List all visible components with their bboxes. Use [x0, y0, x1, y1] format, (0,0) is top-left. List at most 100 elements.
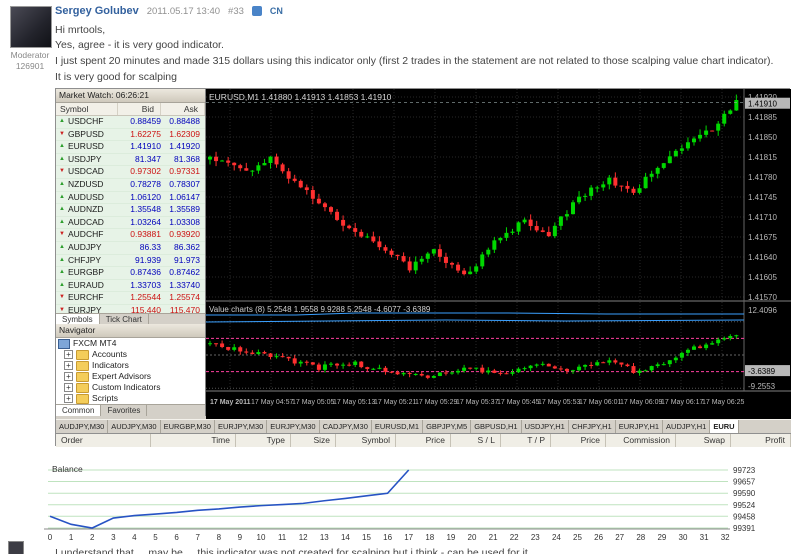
- market-watch-row[interactable]: ▲ AUDJPY 86.33 86.362: [56, 241, 205, 255]
- svg-text:8: 8: [217, 533, 222, 542]
- svg-text:17 May 04:57: 17 May 04:57: [251, 399, 294, 406]
- chart-area[interactable]: EURUSD,M1 1.41880 1.41913 1.41853 1.4191…: [205, 89, 791, 419]
- market-watch-row[interactable]: ▲ EURUSD 1.41910 1.41920: [56, 141, 205, 154]
- market-watch-row[interactable]: ▼ EURJPY 115.440 115.470: [56, 304, 205, 313]
- market-watch-row[interactable]: ▼ AUDCHF 0.93881 0.93920: [56, 229, 205, 242]
- chart-tab-bar: AUDJPY,M30 AUDJPY,M30 EURGBP,M30 EURJPY,M30…: [56, 419, 791, 434]
- svg-text:11: 11: [278, 533, 287, 542]
- terminal-column-s-l[interactable]: S / L: [451, 434, 501, 447]
- author-link[interactable]: Sergey Golubev: [55, 5, 139, 17]
- bid-price: 1.62275: [130, 128, 161, 139]
- chart-tab-13[interactable]: EURU: [710, 420, 739, 434]
- expand-icon[interactable]: +: [64, 350, 73, 359]
- svg-text:17 May 05:13: 17 May 05:13: [333, 399, 376, 406]
- terminal-column-type[interactable]: Type: [236, 434, 291, 447]
- terminal-column-order[interactable]: Order: [56, 434, 151, 447]
- language-link[interactable]: CN: [270, 6, 283, 16]
- market-watch-row[interactable]: ▲ AUDUSD 1.06120 1.06147: [56, 191, 205, 205]
- market-watch-title: Market Watch: 06:26:21: [56, 89, 205, 103]
- avatar[interactable]: [10, 6, 52, 48]
- chart-tab-7[interactable]: GBPJPY,M5: [423, 420, 472, 434]
- terminal-column-price[interactable]: Price: [551, 434, 606, 447]
- expand-icon[interactable]: +: [64, 372, 73, 381]
- folder-icon: [76, 371, 89, 382]
- terminal-column-price[interactable]: Price: [396, 434, 451, 447]
- terminal-column-commission[interactable]: Commission: [606, 434, 676, 447]
- navigator-root[interactable]: FXCM MT4: [56, 338, 205, 349]
- market-watch-row[interactable]: ▲ USDCHF 0.88459 0.88488: [56, 116, 205, 129]
- chart-tab-0[interactable]: AUDJPY,M30: [56, 420, 109, 434]
- svg-text:0: 0: [48, 533, 53, 542]
- svg-text:23: 23: [531, 533, 540, 542]
- down-arrow-icon: ▼: [59, 294, 65, 301]
- column-bid[interactable]: Bid: [118, 103, 161, 115]
- chart-tab-1[interactable]: AUDJPY,M30: [108, 420, 161, 434]
- svg-text:17 May 05:45: 17 May 05:45: [497, 399, 540, 406]
- symbol-name: AUDNZD: [68, 204, 104, 215]
- chart-tab-3[interactable]: EURJPY,M30: [215, 420, 268, 434]
- symbol-name: USDJPY: [68, 153, 102, 164]
- market-watch-row[interactable]: ▲ EURAUD 1.33703 1.33740: [56, 279, 205, 293]
- market-watch-row[interactable]: ▲ AUDNZD 1.35548 1.35589: [56, 204, 205, 217]
- expand-icon[interactable]: +: [64, 383, 73, 392]
- bid-price: 1.41910: [130, 141, 161, 152]
- chart-tab-6[interactable]: EURUSD,M1: [372, 420, 424, 434]
- terminal-column-swap[interactable]: Swap: [676, 434, 731, 447]
- symbol-name: AUDUSD: [68, 191, 104, 202]
- folder-icon: [76, 360, 89, 371]
- navigator-item-indicators[interactable]: + Indicators: [56, 360, 205, 371]
- symbol-name: AUDCHF: [68, 229, 104, 240]
- market-watch-row[interactable]: ▲ AUDCAD 1.03264 1.03308: [56, 216, 205, 230]
- chart-tab-8[interactable]: GBPUSD,H1: [471, 420, 522, 434]
- market-watch-row[interactable]: ▼ GBPUSD 1.62275 1.62309: [56, 128, 205, 142]
- svg-text:18: 18: [425, 533, 434, 542]
- svg-text:17 May 05:37: 17 May 05:37: [456, 399, 499, 406]
- terminal-column-symbol[interactable]: Symbol: [336, 434, 396, 447]
- navigator-item-scripts[interactable]: + Scripts: [56, 393, 205, 404]
- market-watch-row[interactable]: ▲ USDJPY 81.347 81.368: [56, 153, 205, 167]
- svg-text:17 May 06:01: 17 May 06:01: [579, 399, 622, 406]
- terminal-header: Order Time Type Size Symbol Price S / LT / P Pr…: [56, 433, 791, 447]
- market-watch-row[interactable]: ▲ EURGBP 0.87436 0.87462: [56, 267, 205, 280]
- forum-page: Moderator 126901 Sergey Golubev 2011.05.…: [0, 0, 799, 554]
- chart-tab-4[interactable]: EURJPY,M30: [267, 420, 320, 434]
- chart-tab-9[interactable]: USDJPY,H1: [522, 420, 569, 434]
- column-symbol[interactable]: Symbol: [56, 103, 118, 115]
- market-watch-row[interactable]: ▼ USDCAD 0.97302 0.97331: [56, 166, 205, 179]
- terminal-column-size[interactable]: Size: [291, 434, 336, 447]
- bid-price: 1.06120: [130, 191, 161, 202]
- symbol-name: EURAUD: [68, 279, 104, 290]
- ask-price: 0.87462: [169, 267, 200, 278]
- svg-text:14: 14: [341, 533, 350, 542]
- expand-icon[interactable]: +: [64, 361, 73, 370]
- navigator-item-expert-advisors[interactable]: + Expert Advisors: [56, 371, 205, 382]
- svg-text:28: 28: [636, 533, 645, 542]
- terminal-column-t-p[interactable]: T / P: [501, 434, 551, 447]
- svg-text:12: 12: [299, 533, 308, 542]
- mt4-chart-canvas[interactable]: EURUSD,M1 1.41880 1.41913 1.41853 1.4191…: [205, 89, 791, 419]
- chart-tab-5[interactable]: CADJPY,M30: [320, 420, 372, 434]
- svg-text:1.41710: 1.41710: [748, 213, 777, 222]
- column-ask[interactable]: Ask: [161, 103, 205, 115]
- author-role: Moderator: [10, 50, 50, 60]
- expand-icon[interactable]: +: [64, 394, 73, 403]
- post-date: 2011.05.17 13:40: [146, 5, 221, 17]
- chart-tab-11[interactable]: EURJPY,H1: [616, 420, 664, 434]
- translate-icon[interactable]: [251, 6, 262, 16]
- up-arrow-icon: ▲: [59, 269, 65, 276]
- market-watch-row[interactable]: ▲ CHFJPY 91.939 91.973: [56, 254, 205, 268]
- terminal-column-time[interactable]: Time: [151, 434, 236, 447]
- balance-label: Balance: [52, 464, 83, 474]
- terminal-column-profit[interactable]: Profit: [731, 434, 791, 447]
- navigator-item-custom-indicators[interactable]: + Custom Indicators: [56, 382, 205, 393]
- chart-tab-12[interactable]: AUDJPY,H1: [663, 420, 711, 434]
- svg-text:6: 6: [174, 533, 179, 542]
- chart-tab-10[interactable]: CHFJPY,H1: [569, 420, 616, 434]
- chart-tab-2[interactable]: EURGBP,M30: [161, 420, 215, 434]
- market-watch-row[interactable]: ▼ EURCHF 1.25544 1.25574: [56, 292, 205, 305]
- symbol-name: EURUSD: [68, 141, 104, 152]
- next-post-avatar[interactable]: [8, 541, 24, 554]
- post-number-link[interactable]: #33: [228, 6, 244, 17]
- market-watch-row[interactable]: ▲ NZDUSD 0.78278 0.78307: [56, 178, 205, 192]
- navigator-item-accounts[interactable]: + Accounts: [56, 349, 205, 360]
